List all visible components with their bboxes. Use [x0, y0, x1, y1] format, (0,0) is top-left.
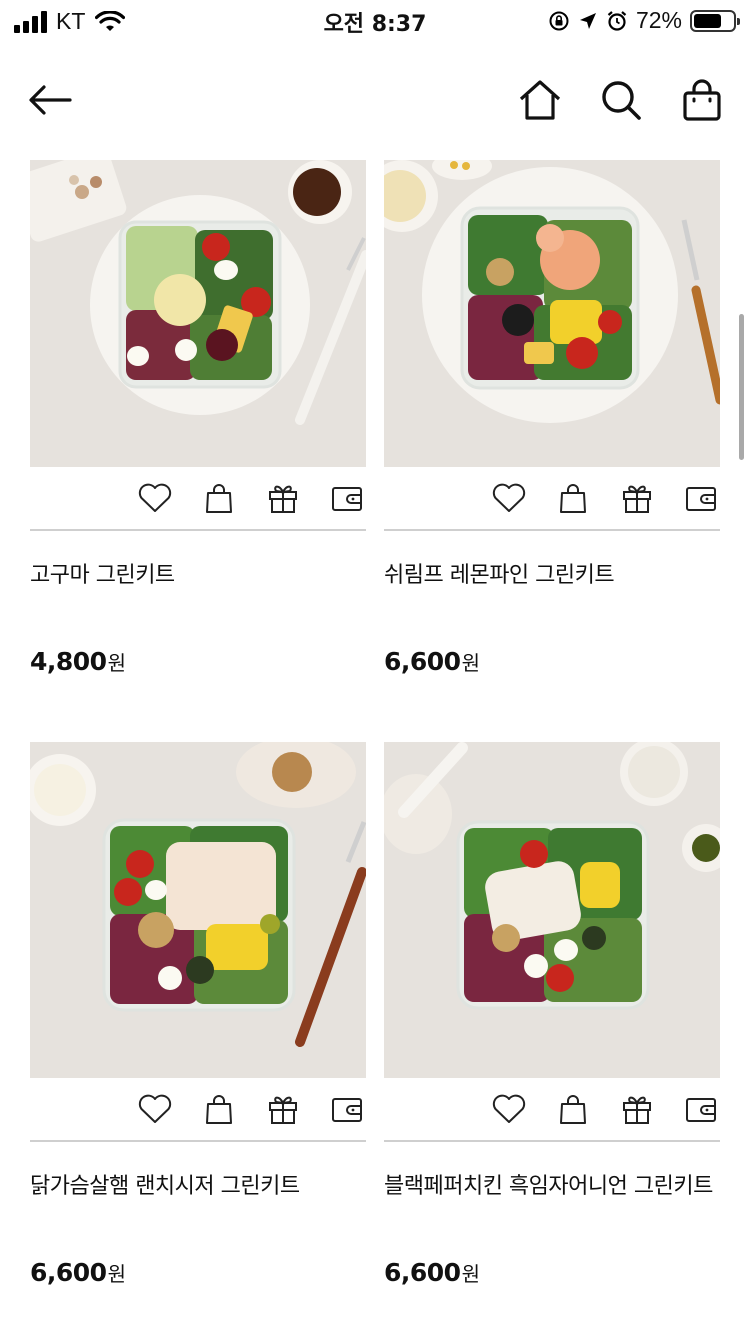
card-actions — [30, 467, 366, 531]
gift-button[interactable] — [618, 1090, 656, 1128]
wishlist-button[interactable] — [490, 479, 528, 517]
price-currency: 원 — [107, 651, 126, 675]
shopping-bag-icon — [683, 79, 721, 121]
add-to-cart-button[interactable] — [200, 1090, 238, 1128]
product-name[interactable]: 고구마 그린키트 — [30, 557, 366, 589]
add-to-cart-button[interactable] — [200, 479, 238, 517]
add-to-cart-button[interactable] — [554, 479, 592, 517]
product-grid: 고구마 그린키트 4,800원 쉬림프 레몬파인 그린키트 6,600원 닭가슴… — [30, 160, 720, 1324]
product-card[interactable]: 블랙페퍼치킨 흑임자어니언 그린키트 6,600원 — [384, 742, 720, 1324]
price-currency: 원 — [461, 1262, 480, 1286]
heart-icon — [138, 483, 172, 512]
top-nav-bar — [0, 60, 750, 140]
rotation-lock-icon — [549, 11, 569, 30]
back-button[interactable] — [26, 76, 74, 124]
wallet-icon — [332, 487, 362, 511]
cart-bag-icon — [560, 1095, 586, 1124]
home-icon — [519, 80, 561, 120]
product-name[interactable]: 쉬림프 레몬파인 그린키트 — [384, 557, 720, 589]
gift-button[interactable] — [264, 479, 302, 517]
price-value: 6,600 — [30, 1258, 107, 1287]
search-button[interactable] — [597, 76, 645, 124]
wallet-icon — [686, 1098, 716, 1122]
status-bar: KT 오전 8:37 72% — [0, 0, 750, 40]
gift-icon — [623, 485, 651, 513]
heart-icon — [138, 1094, 172, 1123]
product-image[interactable] — [30, 160, 366, 467]
product-card[interactable]: 고구마 그린키트 4,800원 — [30, 160, 366, 742]
location-arrow-icon — [579, 12, 596, 29]
battery-icon — [690, 9, 740, 32]
cart-button[interactable] — [678, 76, 726, 124]
price-value: 6,600 — [384, 647, 461, 676]
price-currency: 원 — [461, 651, 480, 675]
product-image[interactable] — [384, 742, 720, 1078]
product-image[interactable] — [30, 742, 366, 1078]
product-price: 6,600원 — [384, 1258, 720, 1287]
cart-bag-icon — [560, 484, 586, 513]
heart-icon — [492, 1094, 526, 1123]
gift-icon — [269, 485, 297, 513]
product-price: 6,600원 — [30, 1258, 366, 1287]
price-currency: 원 — [107, 1262, 126, 1286]
price-value: 6,600 — [384, 1258, 461, 1287]
product-name[interactable]: 닭가슴살햄 랜치시저 그린키트 — [30, 1168, 366, 1200]
search-icon — [602, 81, 641, 120]
price-value: 4,800 — [30, 647, 107, 676]
alarm-icon — [607, 10, 627, 31]
product-price: 6,600원 — [384, 647, 720, 676]
add-to-cart-button[interactable] — [554, 1090, 592, 1128]
gift-button[interactable] — [264, 1090, 302, 1128]
battery-percent: 72% — [635, 7, 682, 33]
product-card[interactable]: 쉬림프 레몬파인 그린키트 6,600원 — [384, 160, 720, 742]
wishlist-button[interactable] — [136, 479, 174, 517]
cart-bag-icon — [206, 1095, 232, 1124]
gift-icon — [623, 1096, 651, 1124]
heart-icon — [492, 483, 526, 512]
card-actions — [30, 1078, 366, 1142]
card-actions — [384, 467, 720, 531]
wishlist-button[interactable] — [136, 1090, 174, 1128]
product-price: 4,800원 — [30, 647, 366, 676]
cart-bag-icon — [206, 484, 232, 513]
product-image[interactable] — [384, 160, 720, 467]
gift-button[interactable] — [618, 479, 656, 517]
gift-icon — [269, 1096, 297, 1124]
home-button[interactable] — [516, 76, 564, 124]
wallet-icon — [332, 1098, 362, 1122]
back-arrow-icon — [29, 85, 72, 115]
card-actions — [384, 1078, 720, 1142]
wallet-icon — [686, 487, 716, 511]
wallet-button[interactable] — [682, 1090, 720, 1128]
wishlist-button[interactable] — [490, 1090, 528, 1128]
product-card[interactable]: 닭가슴살햄 랜치시저 그린키트 6,600원 — [30, 742, 366, 1324]
scrollbar[interactable] — [739, 314, 744, 460]
wallet-button[interactable] — [328, 1090, 366, 1128]
wallet-button[interactable] — [328, 479, 366, 517]
wallet-button[interactable] — [682, 479, 720, 517]
product-name[interactable]: 블랙페퍼치킨 흑임자어니언 그린키트 — [384, 1168, 720, 1200]
